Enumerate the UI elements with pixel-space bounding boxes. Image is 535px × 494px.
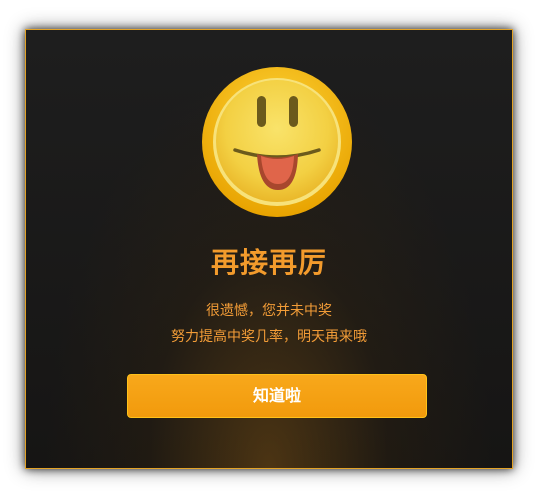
message-line-1: 很遗憾，您并未中奖 (206, 303, 332, 319)
confirm-button[interactable]: 知道啦 (127, 374, 427, 418)
result-title: 再接再厉 (210, 246, 327, 279)
tongue-out-smiley-icon (202, 67, 352, 217)
page: 再接再厉 很遗憾，您并未中奖 努力提高中奖几率，明天再来哦 知道啦 (0, 0, 535, 494)
message-line-2: 努力提高中奖几率，明天再来哦 (171, 329, 367, 345)
result-dialog: 再接再厉 很遗憾，您并未中奖 努力提高中奖几率，明天再来哦 知道啦 (25, 29, 513, 469)
